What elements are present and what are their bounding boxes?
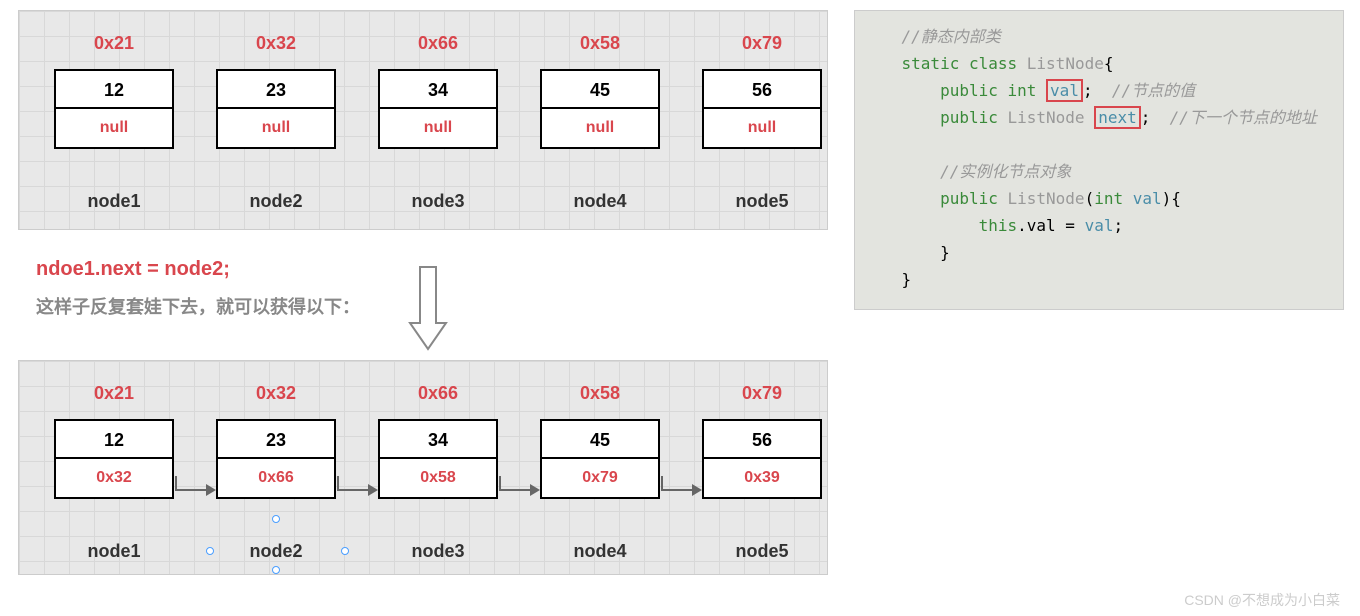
code-panel: //静态内部类 static class ListNode{ public in… — [854, 10, 1344, 310]
node-ptr: 0x79 — [542, 459, 658, 497]
node-address: 0x32 — [216, 33, 336, 54]
node-address: 0x58 — [540, 33, 660, 54]
node-label: node2 — [216, 191, 336, 212]
code-comment: //静态内部类 — [902, 27, 1001, 46]
node-label: node4 — [540, 191, 660, 212]
node-label: node5 — [702, 541, 822, 562]
node-address: 0x58 — [540, 383, 660, 404]
node-val: 23 — [218, 421, 334, 459]
code-line: //静态内部类 — [863, 23, 1335, 50]
node-label: node2 — [216, 541, 336, 562]
node-label: node1 — [54, 541, 174, 562]
field-next: next — [1098, 108, 1137, 127]
node-val: 56 — [704, 421, 820, 459]
link-arrow-icon — [660, 474, 704, 509]
node-address: 0x32 — [216, 383, 336, 404]
addr-row-1: 0x21 0x32 0x66 0x58 0x79 — [54, 33, 822, 54]
node-ptr: 0x66 — [218, 459, 334, 497]
code-comment: //节点的值 — [1112, 81, 1195, 100]
node-address: 0x79 — [702, 383, 822, 404]
node-ptr: null — [542, 109, 658, 147]
assignment-text: ndoe1.next = node2; — [36, 258, 360, 281]
node-ptr: null — [218, 109, 334, 147]
node-val: 23 — [218, 71, 334, 109]
description-text: 这样子反复套娃下去，就可以获得以下： — [36, 293, 360, 319]
node-val: 45 — [542, 421, 658, 459]
mid-text: ndoe1.next = node2; 这样子反复套娃下去，就可以获得以下： — [36, 258, 360, 319]
box-row-1: 12null 23null 34null 45null 56null — [54, 69, 822, 149]
code-line: //实例化节点对象 — [863, 158, 1335, 185]
code-line: static class ListNode{ — [863, 50, 1335, 77]
node-box: 34null — [378, 69, 498, 149]
label-row-1: node1 node2 node3 node4 node5 — [54, 191, 822, 212]
node-address: 0x66 — [378, 383, 498, 404]
code-line: this.val = val; — [863, 212, 1335, 239]
node-label: node5 — [702, 191, 822, 212]
arrow-down-icon — [408, 263, 448, 358]
node-box: 23null — [216, 69, 336, 149]
node-box: 120x32 — [54, 419, 174, 499]
node-box: 450x79 — [540, 419, 660, 499]
node-address: 0x21 — [54, 33, 174, 54]
node-address: 0x21 — [54, 383, 174, 404]
node-ptr: null — [380, 109, 496, 147]
node-val: 12 — [56, 71, 172, 109]
diagram-panel: 0x21 0x32 0x66 0x58 0x79 12null 23null 3… — [18, 10, 828, 575]
node-address: 0x66 — [378, 33, 498, 54]
node-val: 45 — [542, 71, 658, 109]
node-val: 34 — [380, 71, 496, 109]
box-row-2: 120x32 230x66 340x58 450x79 560x39 — [54, 419, 822, 499]
node-box: 56null — [702, 69, 822, 149]
field-val: val — [1050, 81, 1079, 100]
node-address: 0x79 — [702, 33, 822, 54]
node-val: 12 — [56, 421, 172, 459]
code-line — [863, 131, 1335, 158]
selection-handle — [272, 566, 280, 574]
node-val: 56 — [704, 71, 820, 109]
code-comment: //实例化节点对象 — [940, 162, 1071, 181]
node-label: node3 — [378, 541, 498, 562]
code-line: } — [863, 266, 1335, 293]
watermark: CSDN @不想成为小白菜 — [1184, 590, 1340, 610]
node-ptr: 0x58 — [380, 459, 496, 497]
diagram-before: 0x21 0x32 0x66 0x58 0x79 12null 23null 3… — [18, 10, 828, 230]
selection-handle — [341, 547, 349, 555]
node-ptr: 0x32 — [56, 459, 172, 497]
link-arrow-icon — [498, 474, 542, 509]
link-arrow-icon — [174, 474, 218, 509]
code-line: public ListNode next; //下一个节点的地址 — [863, 104, 1335, 131]
code-line: public ListNode(int val){ — [863, 185, 1335, 212]
label-row-2: node1 node2 node3 node4 node5 — [54, 541, 822, 562]
node-ptr: null — [56, 109, 172, 147]
node-box: 230x66 — [216, 419, 336, 499]
code-comment: //下一个节点的地址 — [1170, 108, 1317, 127]
addr-row-2: 0x21 0x32 0x66 0x58 0x79 — [54, 383, 822, 404]
code-line: } — [863, 239, 1335, 266]
node-box: 45null — [540, 69, 660, 149]
diagram-after: 0x21 0x32 0x66 0x58 0x79 120x32 230x66 3… — [18, 360, 828, 575]
node-ptr: 0x39 — [704, 459, 820, 497]
selection-handle — [206, 547, 214, 555]
node-label: node1 — [54, 191, 174, 212]
node-label: node4 — [540, 541, 660, 562]
node-val: 34 — [380, 421, 496, 459]
selection-handle — [272, 515, 280, 523]
node-box: 560x39 — [702, 419, 822, 499]
node-box: 340x58 — [378, 419, 498, 499]
node-ptr: null — [704, 109, 820, 147]
code-line: public int val; //节点的值 — [863, 77, 1335, 104]
node-label: node3 — [378, 191, 498, 212]
link-arrow-icon — [336, 474, 380, 509]
node-box: 12null — [54, 69, 174, 149]
